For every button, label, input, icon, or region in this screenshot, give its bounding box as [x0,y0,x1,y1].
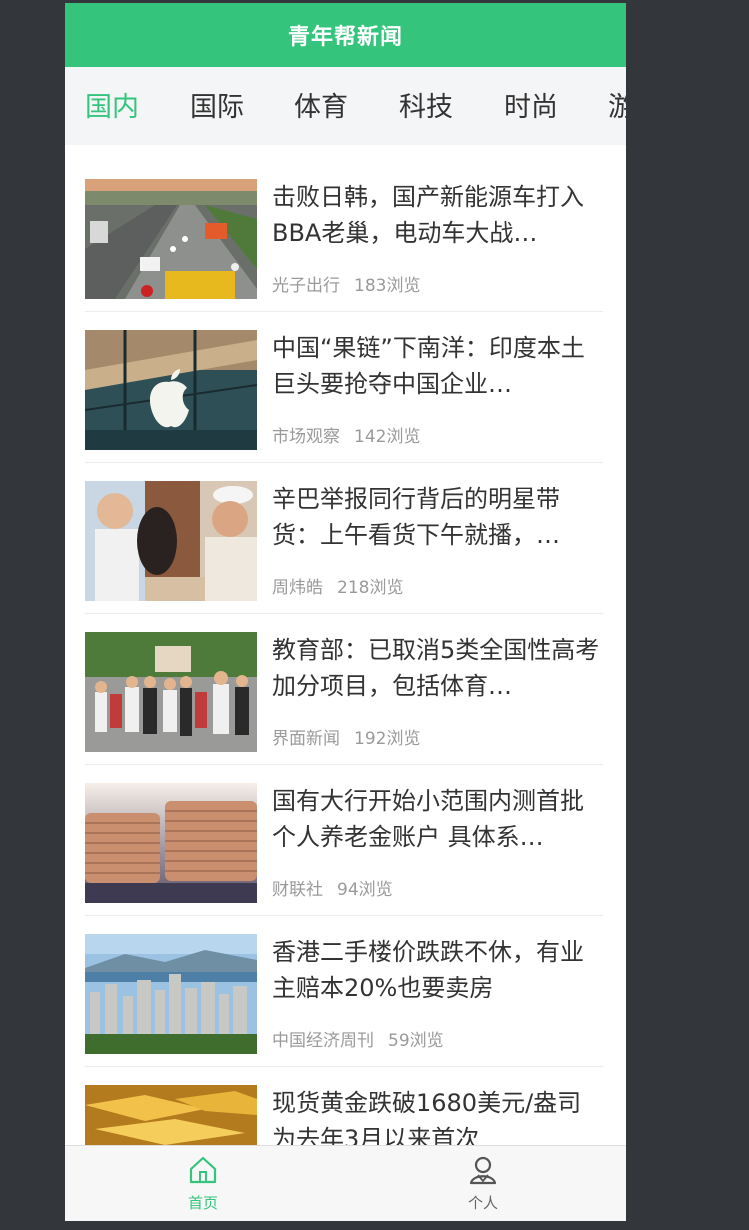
category-tabs: 国内 国际 体育 科技 时尚 游 [65,67,626,145]
news-item[interactable]: 辛巴举报同行背后的明星带货：上午看货下午就播，… 周炜皓 218浏览 [85,463,603,614]
news-item[interactable]: 击败日韩，国产新能源车打入BBA老巢，电动车大战… 光子出行 183浏览 [85,161,603,312]
coin-stacks-photo [85,783,257,903]
news-source: 市场观察 [272,427,340,447]
tab-international[interactable]: 国际 [190,89,244,127]
app-title: 青年帮新闻 [287,25,403,50]
news-source: 光子出行 [272,276,340,296]
news-views: 59浏览 [388,1031,444,1051]
news-source: 中国经济周刊 [272,1031,374,1051]
tab-fashion[interactable]: 时尚 [504,89,558,127]
news-item[interactable]: 中国“果链”下南洋：印度本土巨头要抢夺中国企业… 市场观察 142浏览 [85,312,603,463]
nav-profile-label: 个人 [467,1194,498,1212]
nav-profile[interactable]: 个人 [423,1154,543,1213]
news-source: 财联社 [272,880,323,900]
news-views: 94浏览 [337,880,393,900]
news-meta: 财联社 94浏览 [272,879,393,901]
tab-tech[interactable]: 科技 [399,89,453,127]
news-item[interactable]: 现货黄金跌破1680美元/盎司 为去年3月以来首次 [85,1067,603,1145]
news-item[interactable]: 国有大行开始小范围内测首批个人养老金账户 具体系… 财联社 94浏览 [85,765,603,916]
news-views: 218浏览 [337,578,404,598]
news-item[interactable]: 香港二手楼价跌跌不休，有业主赔本20%也要卖房 中国经济周刊 59浏览 [85,916,603,1067]
news-views: 142浏览 [354,427,421,447]
crowd-street-photo [85,632,257,752]
news-views: 192浏览 [354,729,421,749]
nav-home-label: 首页 [187,1194,218,1212]
news-meta: 市场观察 142浏览 [272,426,420,448]
news-title: 香港二手楼价跌跌不休，有业主赔本20%也要卖房 [272,938,584,1002]
home-icon [189,1156,217,1184]
news-meta: 周炜皓 218浏览 [272,577,403,599]
news-title: 中国“果链”下南洋：印度本土巨头要抢夺中国企业… [272,334,585,398]
news-meta: 界面新闻 192浏览 [272,728,420,750]
tab-domestic[interactable]: 国内 [85,89,139,127]
news-title: 辛巴举报同行背后的明星带货：上午看货下午就播，… [272,485,560,549]
news-title: 击败日韩，国产新能源车打入BBA老巢，电动车大战… [272,183,584,247]
news-meta: 光子出行 183浏览 [272,275,420,297]
apple-store-photo [85,330,257,450]
app-header: 青年帮新闻 [65,3,626,67]
news-source: 界面新闻 [272,729,340,749]
news-list: 击败日韩，国产新能源车打入BBA老巢，电动车大战… 光子出行 183浏览 中国“… [65,145,626,1145]
tab-games[interactable]: 游 [608,89,626,127]
bottom-nav: 首页 个人 [65,1145,626,1221]
news-title: 国有大行开始小范围内测首批个人养老金账户 具体系… [272,787,584,851]
news-item[interactable]: 教育部：已取消5类全国性高考加分项目，包括体育… 界面新闻 192浏览 [85,614,603,765]
nav-home[interactable]: 首页 [143,1154,263,1213]
person-icon [469,1156,497,1185]
news-title: 教育部：已取消5类全国性高考加分项目，包括体育… [272,636,600,700]
news-source: 周炜皓 [272,578,323,598]
highway-traffic-photo [85,179,257,299]
news-views: 183浏览 [354,276,421,296]
app-screen: 青年帮新闻 国内 国际 体育 科技 时尚 游 击败日韩，国产新能源车打入BBA老… [65,3,626,1221]
news-title: 现货黄金跌破1680美元/盎司 为去年3月以来首次 [272,1089,582,1145]
news-meta: 中国经济周刊 59浏览 [272,1030,444,1052]
hong-kong-skyline-photo [85,934,257,1054]
livestream-hosts-photo [85,481,257,601]
gold-bars-photo [85,1085,257,1145]
tab-sports[interactable]: 体育 [294,89,348,127]
